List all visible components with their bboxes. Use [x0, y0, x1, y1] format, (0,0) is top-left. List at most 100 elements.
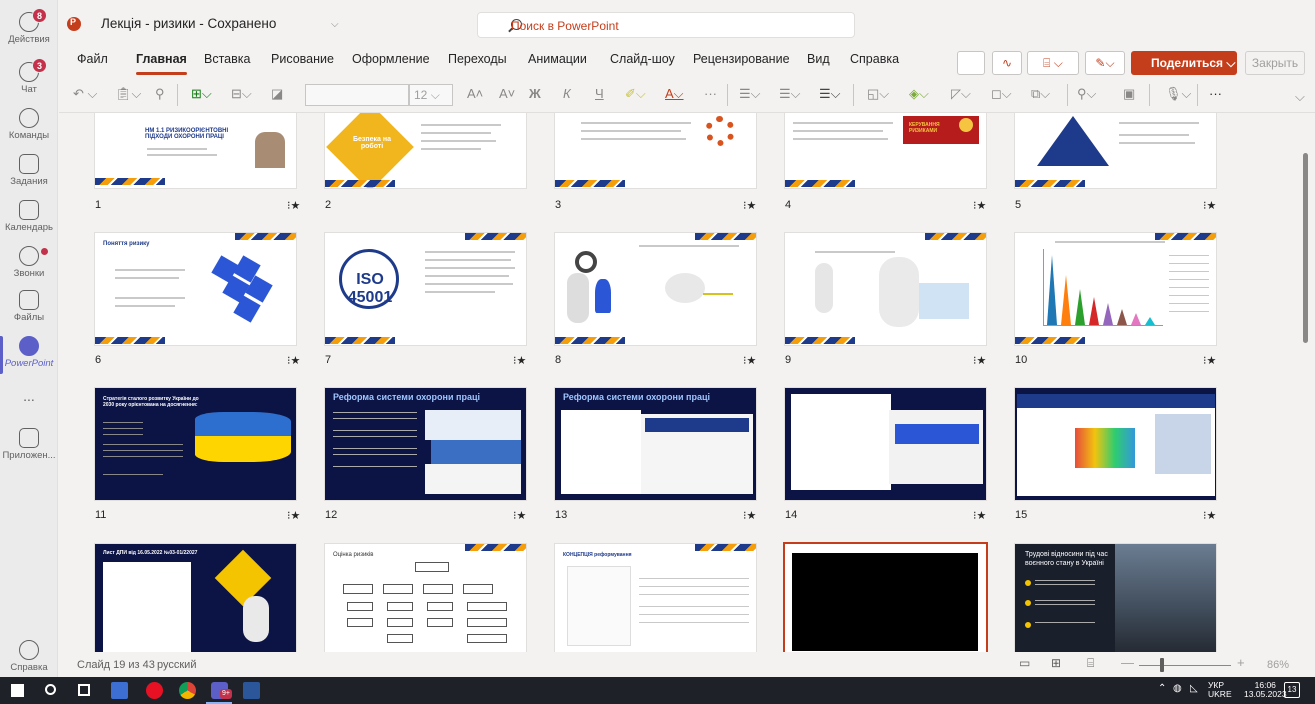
- comments-button[interactable]: [957, 51, 985, 75]
- slide-thumbnail-4[interactable]: КЕРУВАННЯ РИЗИКАМИ: [784, 113, 987, 189]
- bullets-icon[interactable]: ☰⌵: [739, 85, 761, 103]
- scrollbar-thumb[interactable]: [1303, 153, 1308, 343]
- rail-apps[interactable]: Приложен...: [0, 422, 58, 474]
- tab-file[interactable]: Файл: [77, 52, 108, 66]
- dictate-icon[interactable]: 🎙︎⌵: [1165, 85, 1191, 103]
- present-button[interactable]: ⌸ ⌵: [1027, 51, 1079, 75]
- tab-view[interactable]: Вид: [807, 52, 830, 66]
- zoom-slider[interactable]: [1139, 665, 1231, 666]
- tab-help[interactable]: Справка: [850, 52, 899, 66]
- more-fonts-button[interactable]: ···: [704, 85, 717, 103]
- arrange-icon[interactable]: ⧉⌵: [1031, 85, 1050, 103]
- outline-icon[interactable]: ◸⌵: [951, 85, 971, 103]
- slide-thumbnail-10[interactable]: [1014, 232, 1217, 346]
- tab-transitions[interactable]: Переходы: [448, 52, 507, 66]
- slide-thumbnail-13[interactable]: Реформа системи охорони праці: [554, 387, 757, 501]
- opera-icon[interactable]: [146, 682, 163, 699]
- clock[interactable]: 16:06 13.05.2023: [1244, 681, 1287, 699]
- rail-chat[interactable]: 3 Чат: [0, 56, 58, 108]
- slide-thumbnail-5[interactable]: [1014, 113, 1217, 189]
- word-icon[interactable]: [243, 682, 260, 699]
- slide-thumbnail-8[interactable]: [554, 232, 757, 346]
- rail-assignments[interactable]: Задания: [0, 148, 58, 200]
- file-explorer-icon[interactable]: [111, 682, 128, 699]
- language-indicator[interactable]: русский: [157, 659, 196, 671]
- tab-design[interactable]: Оформление: [352, 52, 430, 66]
- rail-teams[interactable]: Команды: [0, 102, 58, 154]
- slide-thumbnail-20[interactable]: Трудові відносини під час воєнного стану…: [1014, 543, 1217, 652]
- zoom-out-icon[interactable]: —: [1121, 655, 1134, 670]
- speaker-icon[interactable]: ◺: [1190, 684, 1198, 694]
- slide-thumbnail-16[interactable]: Лист ДПИ від 16.05.2022 №03-01/22027: [94, 543, 297, 652]
- search-input[interactable]: Поиск в PowerPoint: [477, 12, 855, 38]
- slide-thumbnail-7[interactable]: ISO 45001: [324, 232, 527, 346]
- rail-powerpoint[interactable]: PowerPoint: [0, 330, 58, 382]
- highlighter-icon[interactable]: ✐⌵: [625, 85, 646, 103]
- more-options-button[interactable]: ···: [1209, 85, 1222, 103]
- format-painter-icon[interactable]: ⚲: [155, 85, 165, 103]
- picture-icon[interactable]: ◪: [271, 85, 283, 103]
- font-size-select[interactable]: 12 ⌵: [409, 84, 453, 106]
- numbering-icon[interactable]: ☰⌵: [779, 85, 801, 103]
- notification-center-icon[interactable]: 13: [1284, 682, 1300, 698]
- search-icon[interactable]: [45, 684, 56, 695]
- slide-thumbnail-12[interactable]: Реформа системи охорони праці: [324, 387, 527, 501]
- italic-button[interactable]: К: [563, 85, 571, 103]
- document-title[interactable]: Лекція - ризики - Сохранено: [101, 16, 276, 31]
- rail-files[interactable]: Файлы: [0, 284, 58, 336]
- zoom-slider-thumb[interactable]: [1160, 658, 1164, 672]
- chevron-down-icon[interactable]: ⌵: [331, 19, 339, 30]
- shapes-icon[interactable]: ◱⌵: [867, 85, 889, 103]
- slide-thumbnail-17[interactable]: Оцінка ризиків: [324, 543, 527, 652]
- rail-calendar[interactable]: Календарь: [0, 194, 58, 246]
- slide-thumbnail-2[interactable]: Безпека на роботі: [324, 113, 527, 189]
- slide-thumbnail-14[interactable]: [784, 387, 987, 501]
- close-button[interactable]: Закрыть: [1245, 51, 1305, 75]
- edit-mode-button[interactable]: ✎⌵: [1085, 51, 1125, 75]
- align-icon[interactable]: ☰⌵: [819, 85, 841, 103]
- reading-view-icon[interactable]: ⌸: [1087, 656, 1094, 671]
- windows-start-icon[interactable]: [11, 684, 24, 697]
- slide-thumbnail-6[interactable]: Поняття ризику: [94, 232, 297, 346]
- zoom-level[interactable]: 86%: [1267, 659, 1289, 671]
- underline-button[interactable]: Ч: [595, 85, 604, 103]
- task-view-icon[interactable]: [78, 684, 90, 696]
- tray-chevron-icon[interactable]: ⌃: [1158, 684, 1166, 694]
- paste-icon[interactable]: 📋︎⌵: [115, 85, 141, 103]
- new-slide-icon[interactable]: ⊞⌵: [191, 85, 212, 103]
- share-button[interactable]: Поделиться ⌵: [1131, 51, 1237, 75]
- slide-thumbnail-19-selected[interactable]: [783, 542, 988, 652]
- tab-home[interactable]: Главная: [136, 52, 187, 75]
- slide-thumbnail-11[interactable]: Стратегія сталого розвитку України до 20…: [94, 387, 297, 501]
- designer-icon[interactable]: ▣: [1123, 85, 1135, 103]
- tab-slideshow[interactable]: Слайд-шоу: [610, 52, 675, 66]
- vertical-scrollbar[interactable]: [1299, 113, 1315, 652]
- shape-effects-icon[interactable]: ◻⌵: [991, 85, 1012, 103]
- slide-sorter-view-icon[interactable]: ⊞: [1051, 656, 1061, 670]
- tab-insert[interactable]: Вставка: [204, 52, 250, 66]
- shrink-font-icon[interactable]: A˅: [499, 85, 515, 103]
- activity-button[interactable]: ∿: [992, 51, 1022, 75]
- zoom-in-icon[interactable]: +: [1237, 655, 1245, 670]
- slide-thumbnail-9[interactable]: [784, 232, 987, 346]
- tab-review[interactable]: Рецензирование: [693, 52, 790, 66]
- chrome-icon[interactable]: [179, 682, 196, 699]
- font-family-select[interactable]: [305, 84, 409, 106]
- network-icon[interactable]: ◍: [1173, 684, 1182, 694]
- slide-thumbnail-1[interactable]: НМ 1.1 РИЗИКООРІЄНТОВНІ ПІДХОДИ ОХОРОНИ …: [94, 113, 297, 189]
- input-language[interactable]: УКР UKRE: [1208, 681, 1232, 699]
- chevron-down-icon[interactable]: ⌵: [1295, 88, 1305, 106]
- slide-thumbnail-18[interactable]: КОНЦЕПЦІЯ реформування: [554, 543, 757, 652]
- slide-thumbnail-15[interactable]: [1014, 387, 1217, 501]
- bold-button[interactable]: Ж: [529, 85, 541, 103]
- font-color-icon[interactable]: A⌵: [665, 85, 684, 103]
- tab-animations[interactable]: Анимации: [528, 52, 587, 66]
- layout-icon[interactable]: ⊟⌵: [231, 85, 252, 103]
- rail-activity[interactable]: 8 Действия: [0, 6, 58, 58]
- grow-font-icon[interactable]: A˄: [467, 85, 483, 103]
- tab-draw[interactable]: Рисование: [271, 52, 334, 66]
- fill-icon[interactable]: ◈⌵: [909, 85, 929, 103]
- find-icon[interactable]: ⚲⌵: [1077, 85, 1096, 103]
- normal-view-icon[interactable]: ▭: [1019, 656, 1030, 670]
- undo-icon[interactable]: ↶ ⌵: [73, 85, 97, 103]
